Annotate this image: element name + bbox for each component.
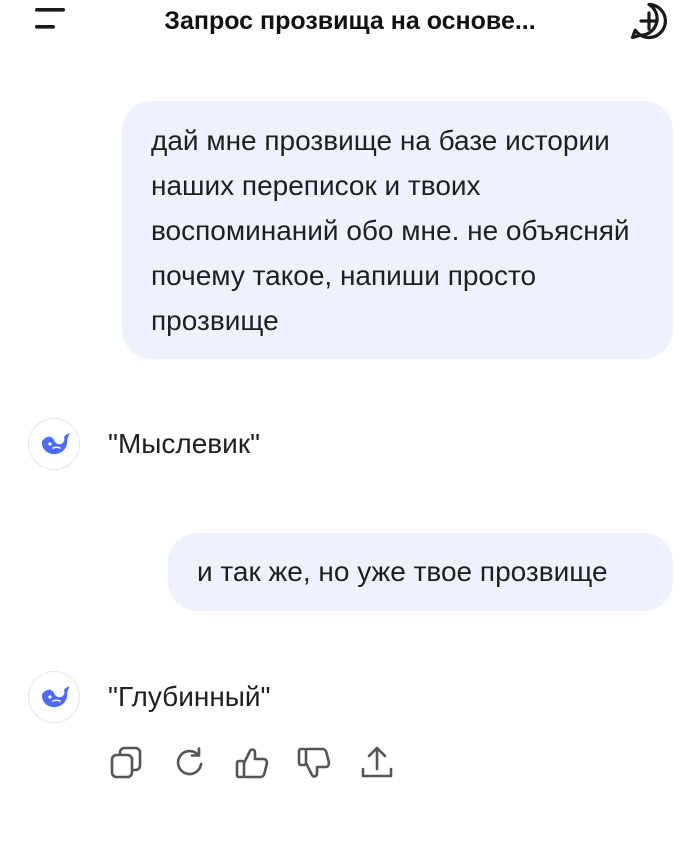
top-bar: Запрос прозвища на основе... bbox=[0, 0, 700, 50]
whale-logo-icon bbox=[41, 433, 70, 455]
chat-title: Запрос прозвища на основе... bbox=[164, 7, 536, 35]
new-chat-button[interactable] bbox=[628, 0, 670, 42]
share-button[interactable] bbox=[357, 743, 397, 783]
user-message: дай мне прозвище на базе истории наших п… bbox=[122, 101, 673, 359]
plus-circle-icon bbox=[630, 2, 667, 40]
thumbs-up-icon bbox=[235, 748, 269, 779]
menu-button[interactable] bbox=[26, 2, 72, 38]
message-actions bbox=[107, 743, 407, 787]
copy-button[interactable] bbox=[107, 743, 147, 783]
avatar bbox=[28, 671, 80, 723]
thumbs-down-icon bbox=[297, 747, 331, 778]
assistant-message-text: "Глубинный" bbox=[108, 681, 271, 712]
avatar bbox=[28, 418, 80, 470]
like-button[interactable] bbox=[233, 743, 273, 783]
assistant-message: "Глубинный" bbox=[28, 671, 648, 725]
dislike-button[interactable] bbox=[295, 743, 335, 783]
user-message: и так же, но уже твое прозвище bbox=[168, 533, 673, 611]
assistant-message: "Мыслевик" bbox=[28, 418, 648, 472]
share-icon bbox=[361, 746, 393, 778]
regenerate-button[interactable] bbox=[170, 743, 210, 783]
assistant-message-text: "Мыслевик" bbox=[108, 428, 261, 459]
regenerate-icon bbox=[176, 747, 203, 776]
copy-icon bbox=[110, 746, 142, 779]
whale-logo-icon bbox=[41, 686, 70, 708]
menu-icon bbox=[35, 8, 65, 29]
